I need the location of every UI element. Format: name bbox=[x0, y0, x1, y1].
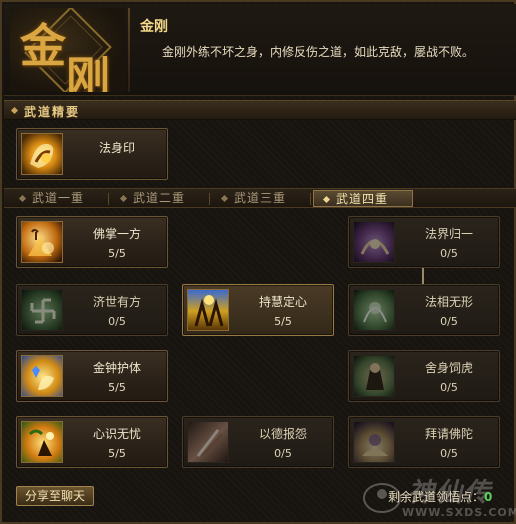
virtue-icon bbox=[187, 421, 229, 463]
skill-card-dharma-realm[interactable]: 法界归一 0/5 bbox=[348, 216, 500, 268]
skill-name: 法身印 bbox=[98, 141, 135, 155]
skill-card-buddha[interactable]: 拜请佛陀 0/5 bbox=[348, 416, 500, 468]
tab-separator bbox=[108, 193, 109, 205]
skill-name: 金钟护体 bbox=[92, 361, 141, 375]
tab-label: 武道一重 bbox=[32, 191, 85, 205]
skill-card-carefree[interactable]: 心识无忧 5/5 bbox=[16, 416, 168, 468]
skill-name: 法界归一 bbox=[424, 227, 473, 241]
emblem-glyph-2: 刚 bbox=[66, 53, 110, 92]
buddha-icon bbox=[353, 421, 395, 463]
skill-name: 以德报怨 bbox=[258, 427, 307, 441]
remaining-points: 剩余武道领悟点：0 bbox=[388, 488, 492, 505]
skill-card-virtue[interactable]: 以德报怨 0/5 bbox=[182, 416, 334, 468]
diamond-icon bbox=[220, 194, 229, 203]
emblem-glyph-1: 金 bbox=[20, 19, 66, 73]
diamond-icon bbox=[10, 106, 19, 115]
skill-level: 0/5 bbox=[274, 447, 292, 460]
formless-icon bbox=[353, 289, 395, 331]
swastika-icon bbox=[21, 289, 63, 331]
skill-card-buddha-palm[interactable]: 佛掌一方 5/5 bbox=[16, 216, 168, 268]
diamond-icon bbox=[322, 195, 331, 204]
essential-skill-card[interactable]: 法身印 bbox=[16, 128, 168, 180]
tab-separator bbox=[209, 193, 210, 205]
skill-card-wisdom[interactable]: 持慧定心 5/5 bbox=[182, 284, 334, 336]
tab-label: 武道三重 bbox=[234, 191, 287, 205]
dharma-realm-icon bbox=[353, 221, 395, 263]
header-divider bbox=[128, 8, 130, 92]
essentials-title: 武道精要 bbox=[24, 105, 81, 119]
skill-level: 0/5 bbox=[440, 381, 458, 394]
carefree-icon bbox=[21, 421, 63, 463]
skill-level: 5/5 bbox=[108, 247, 126, 260]
skill-card-relieve-world[interactable]: 济世有方 0/5 bbox=[16, 284, 168, 336]
skill-level: 5/5 bbox=[108, 381, 126, 394]
skill-name: 佛掌一方 bbox=[92, 227, 141, 241]
tier-tabs: 武道一重 武道二重 武道三重 武道四重 bbox=[4, 188, 516, 208]
school-header: 金 刚 金刚 金刚外练不坏之身，内修反伤之道，如此克敌，屡战不败。 bbox=[4, 4, 516, 96]
skill-name: 法相无形 bbox=[424, 295, 473, 309]
skill-level: 0/5 bbox=[108, 315, 126, 328]
diamond-icon bbox=[18, 194, 27, 203]
tab-tier-4[interactable]: 武道四重 bbox=[313, 190, 413, 207]
skill-name: 拜请佛陀 bbox=[424, 427, 473, 441]
skill-level: 0/5 bbox=[440, 447, 458, 460]
tab-tier-2[interactable]: 武道二重 bbox=[111, 190, 211, 207]
wisdom-icon bbox=[187, 289, 229, 331]
skill-card-golden-bell[interactable]: 金钟护体 5/5 bbox=[16, 350, 168, 402]
skill-card-tiger[interactable]: 舍身饲虎 0/5 bbox=[348, 350, 500, 402]
skill-level: 0/5 bbox=[440, 247, 458, 260]
tab-label: 武道二重 bbox=[133, 191, 186, 205]
tab-tier-1[interactable]: 武道一重 bbox=[10, 190, 110, 207]
buddha-palm-icon bbox=[21, 221, 63, 263]
tab-tier-3[interactable]: 武道三重 bbox=[212, 190, 312, 207]
points-value: 0 bbox=[484, 490, 493, 504]
skill-level: 5/5 bbox=[108, 447, 126, 460]
skill-name: 济世有方 bbox=[92, 295, 141, 309]
tab-label: 武道四重 bbox=[336, 192, 389, 206]
skill-card-formless[interactable]: 法相无形 0/5 bbox=[348, 284, 500, 336]
tiger-icon bbox=[353, 355, 395, 397]
tab-separator bbox=[310, 193, 311, 205]
skill-name: 心识无忧 bbox=[92, 427, 141, 441]
skill-window: 金 刚 金刚 金刚外练不坏之身，内修反伤之道，如此克敌，屡战不败。 武道精要 法… bbox=[0, 0, 516, 524]
school-emblem: 金 刚 bbox=[10, 8, 126, 92]
school-name: 金刚 bbox=[140, 19, 168, 35]
dharma-seal-icon bbox=[21, 133, 63, 175]
skill-name: 持慧定心 bbox=[258, 295, 307, 309]
skill-name: 舍身饲虎 bbox=[424, 361, 473, 375]
diamond-icon bbox=[119, 194, 128, 203]
school-description: 金刚外练不坏之身，内修反伤之道，如此克敌，屡战不败。 bbox=[162, 45, 475, 59]
share-to-chat-button[interactable]: 分享至聊天 bbox=[16, 486, 94, 506]
skill-level: 0/5 bbox=[440, 315, 458, 328]
essentials-section-bar: 武道精要 bbox=[4, 100, 516, 120]
skill-connector-line bbox=[422, 266, 424, 284]
watermark-url: WWW.SXDS.COM bbox=[402, 506, 516, 519]
points-label: 剩余武道领悟点： bbox=[388, 490, 485, 504]
skill-level: 5/5 bbox=[274, 315, 292, 328]
golden-bell-icon bbox=[21, 355, 63, 397]
